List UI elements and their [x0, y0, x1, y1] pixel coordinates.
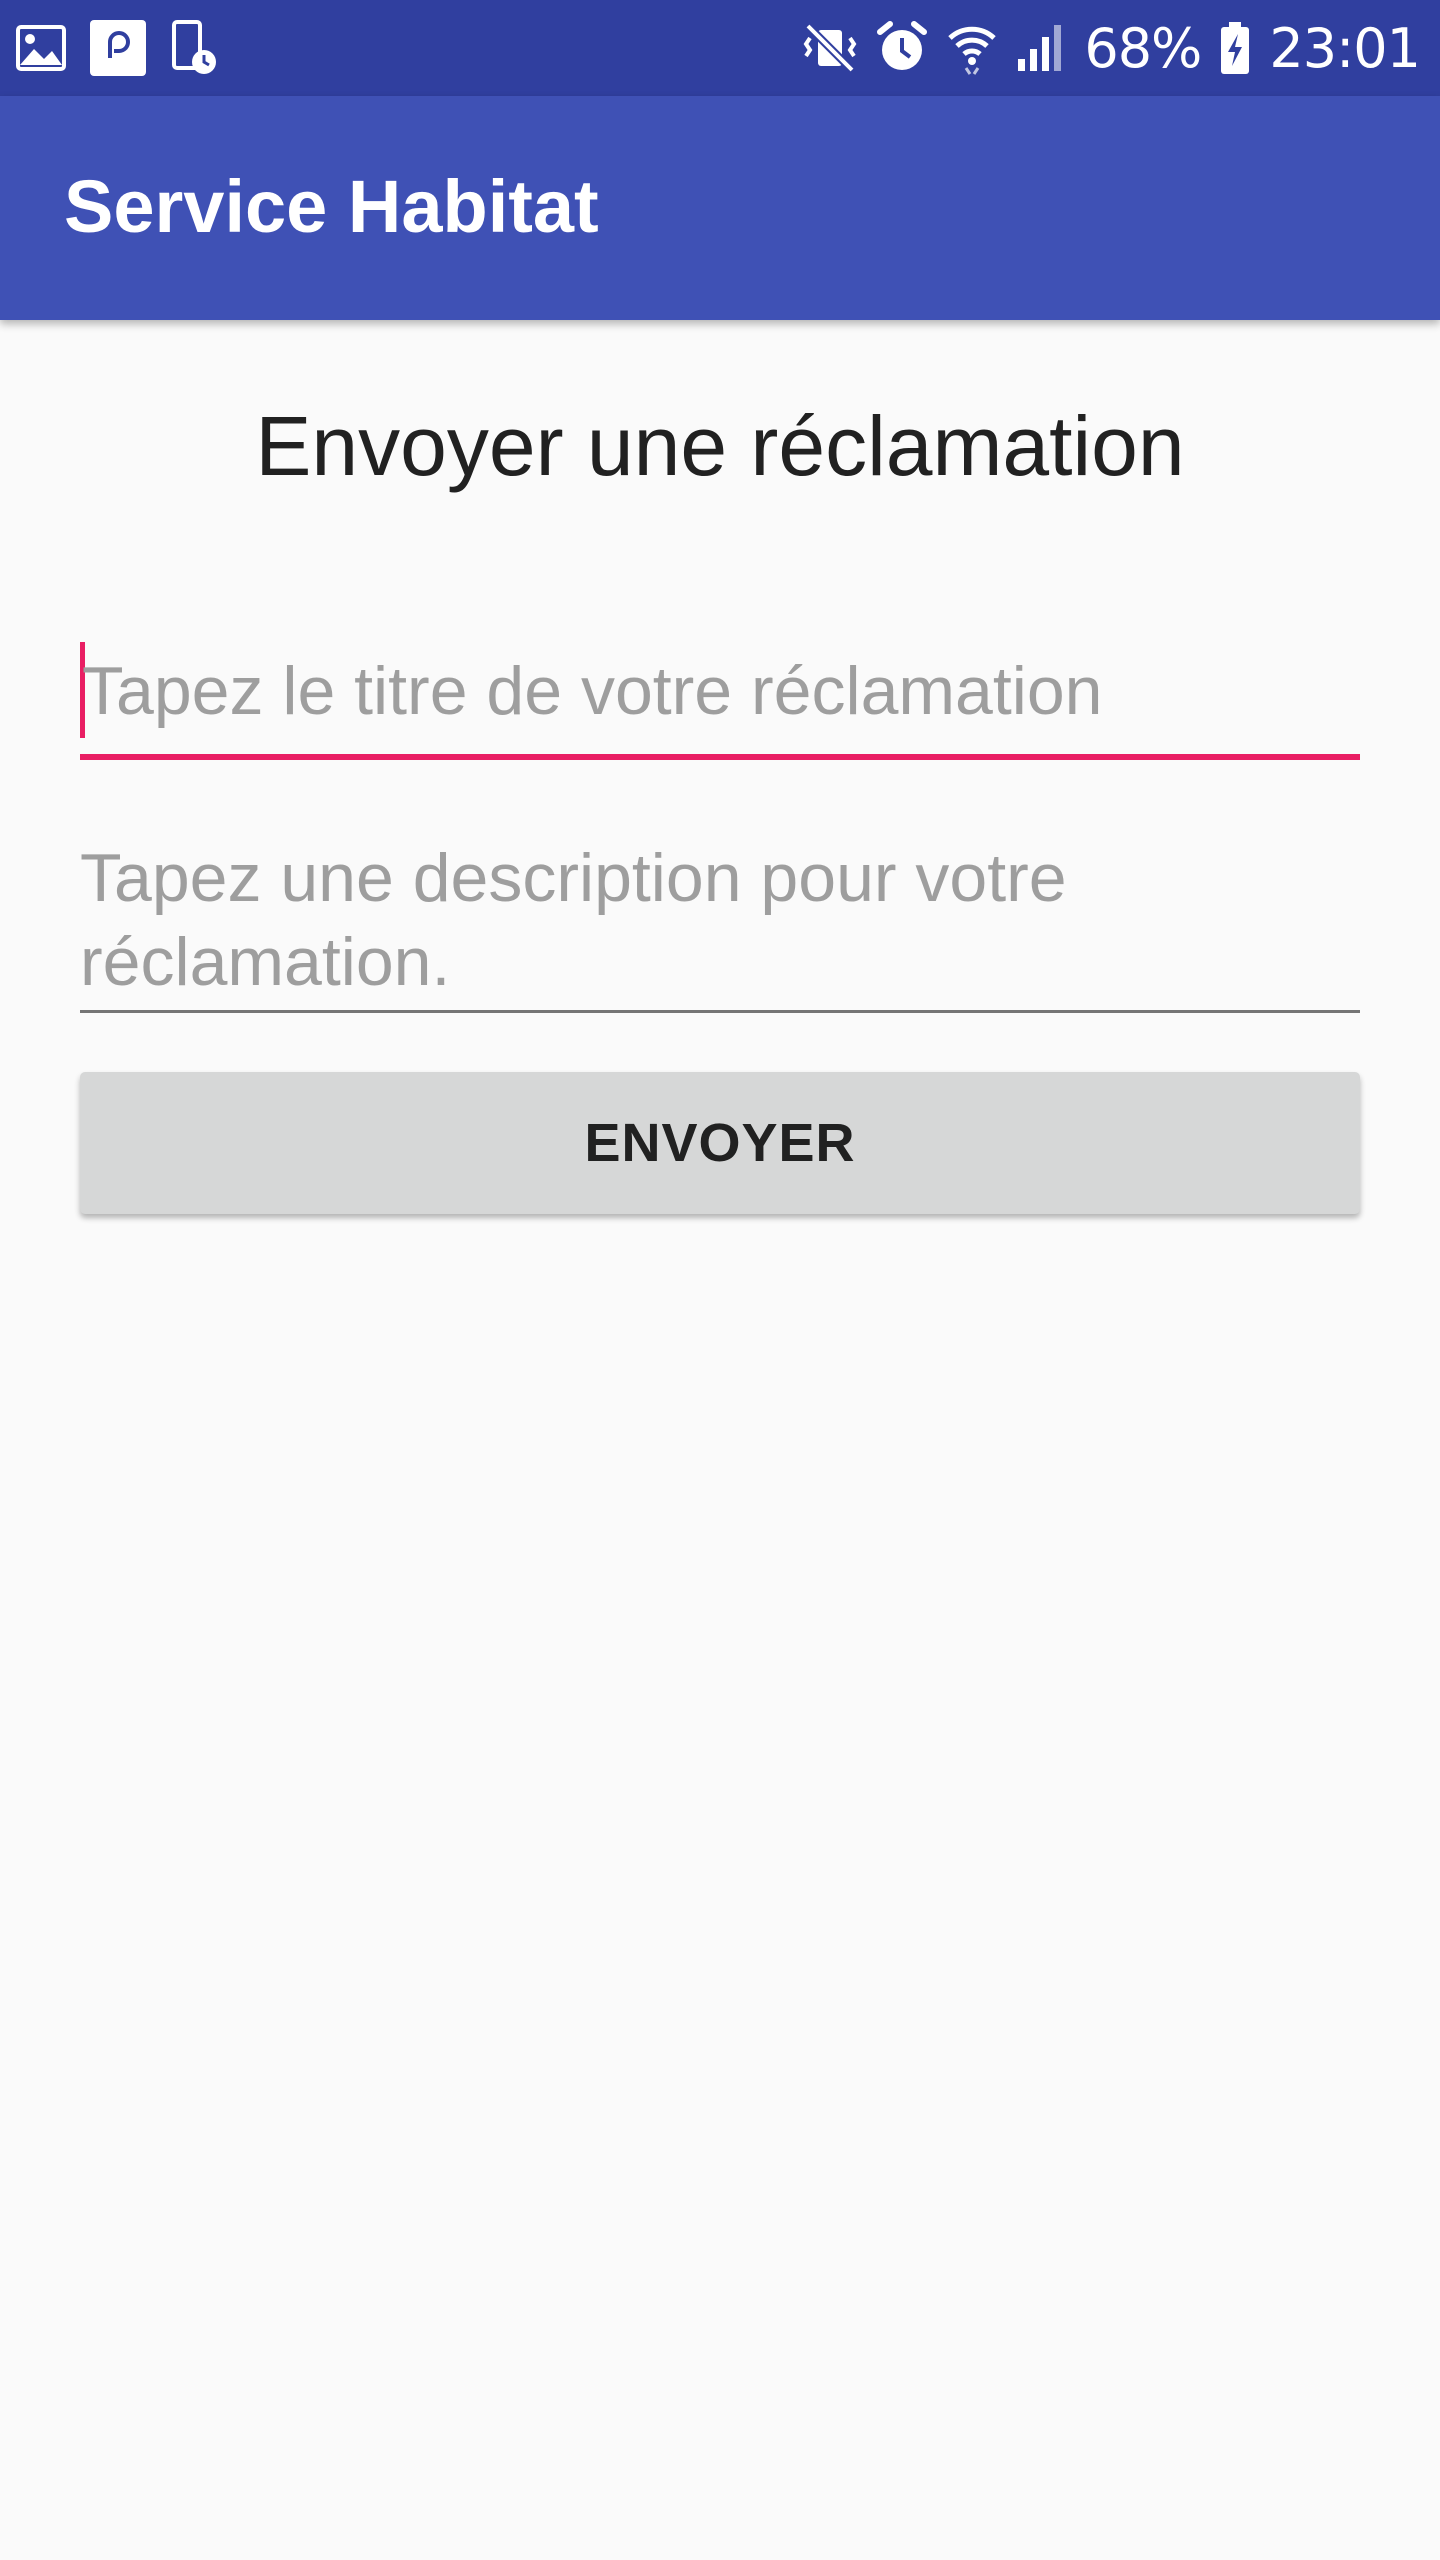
clock: 23:01: [1269, 16, 1421, 80]
alarm-icon: [876, 20, 928, 76]
image-icon: [16, 25, 66, 71]
vibrate-mute-icon: [802, 20, 858, 76]
chat-app-icon: [90, 20, 146, 76]
battery-percent: 68%: [1084, 16, 1202, 80]
screen-time-icon: [170, 20, 218, 76]
system-status: 68% 23:01: [802, 14, 1421, 82]
cell-signal-icon: [1016, 23, 1066, 73]
complaint-title-placeholder: Tapez le titre de votre réclamation: [82, 653, 1103, 729]
wifi-icon: [946, 20, 998, 76]
status-bar: 68% 23:01: [0, 0, 1440, 96]
battery-charging-icon: [1219, 20, 1251, 76]
app-bar: Service Habitat: [0, 96, 1440, 320]
complaint-description-placeholder: Tapez une description pour votre réclama…: [80, 840, 1067, 1000]
app-title: Service Habitat: [64, 165, 599, 248]
send-button[interactable]: ENVOYER: [80, 1072, 1360, 1214]
page-title: Envoyer une réclamation: [255, 399, 1185, 493]
complaint-description-input[interactable]: Tapez une description pour votre réclama…: [80, 826, 1360, 1013]
notification-icons: [16, 20, 218, 76]
complaint-title-input[interactable]: Tapez le titre de votre réclamation: [80, 636, 1360, 760]
